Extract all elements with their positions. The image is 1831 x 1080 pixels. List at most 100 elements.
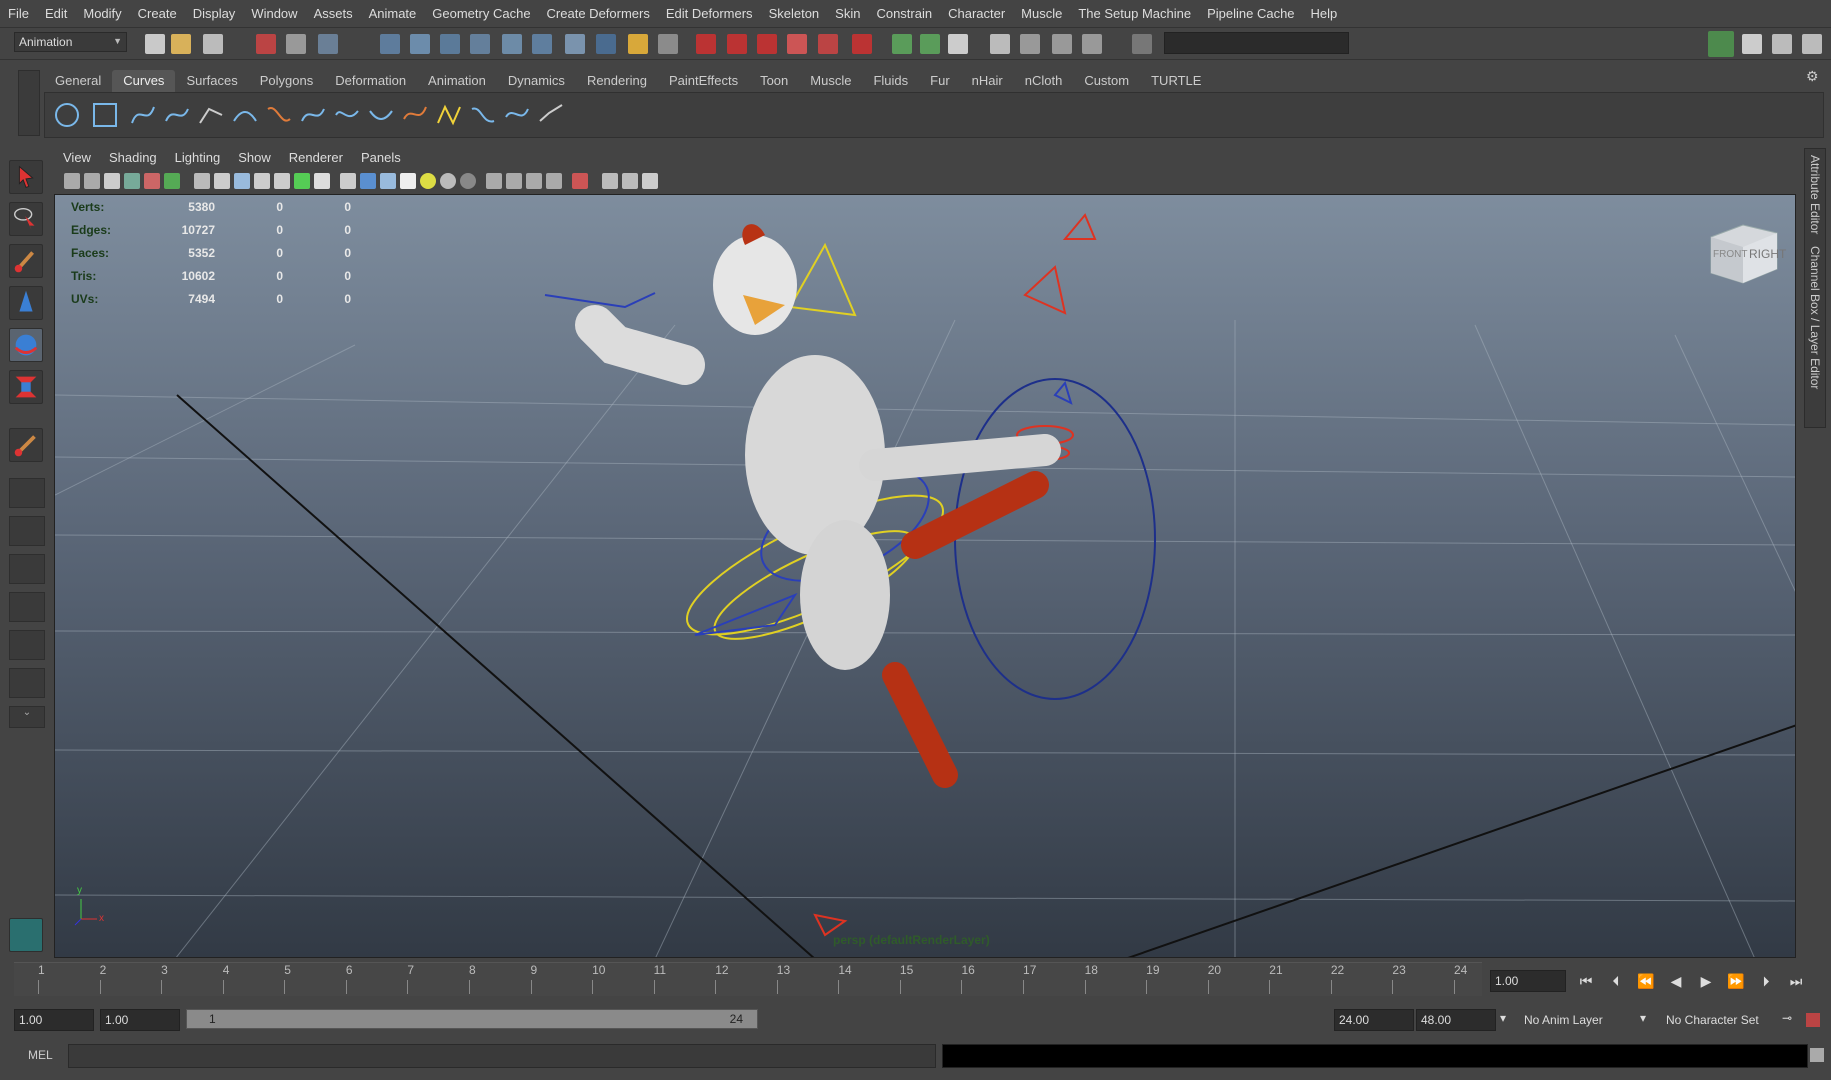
persp-graph-outliner-layout-icon[interactable]	[9, 668, 45, 698]
animation-end-field[interactable]: 48.00	[1416, 1009, 1496, 1031]
make-live-icon[interactable]	[532, 34, 552, 54]
tab-deformation[interactable]: Deformation	[324, 70, 417, 92]
image-plane-icon[interactable]	[144, 173, 160, 189]
extend-curve-icon[interactable]	[367, 101, 395, 129]
select-hierarchy-icon[interactable]	[256, 34, 276, 54]
go-to-start-icon[interactable]: ⏮	[1576, 972, 1596, 990]
input-ops-icon[interactable]	[892, 34, 912, 54]
wireframe-on-shaded-icon[interactable]	[380, 173, 396, 189]
menu-constrain[interactable]: Constrain	[868, 6, 940, 21]
menu-window[interactable]: Window	[243, 6, 305, 21]
menu-character[interactable]: Character	[940, 6, 1013, 21]
menu-create[interactable]: Create	[130, 6, 185, 21]
script-editor-icon[interactable]	[990, 34, 1010, 54]
panel-menu-show[interactable]: Show	[229, 148, 280, 168]
graph-editor-icon[interactable]	[1020, 34, 1040, 54]
tab-nhair[interactable]: nHair	[961, 70, 1014, 92]
tab-surfaces[interactable]: Surfaces	[175, 70, 248, 92]
tab-ncloth[interactable]: nCloth	[1014, 70, 1074, 92]
toggle-sidebar-icon[interactable]	[1708, 31, 1734, 57]
render-settings-icon[interactable]	[757, 34, 777, 54]
render-current-icon[interactable]	[696, 34, 716, 54]
default-lighting-icon[interactable]	[420, 173, 436, 189]
all-lights-icon[interactable]	[440, 173, 456, 189]
panel-menu-panels[interactable]: Panels	[352, 148, 410, 168]
gate-mask-icon[interactable]	[254, 173, 270, 189]
menu-edit-deformers[interactable]: Edit Deformers	[658, 6, 761, 21]
ep-curve-icon[interactable]	[163, 101, 191, 129]
select-component-icon[interactable]	[318, 34, 338, 54]
key-icon[interactable]: ⊸	[1782, 1011, 1792, 1025]
tab-turtle[interactable]: TURTLE	[1140, 70, 1212, 92]
new-scene-icon[interactable]	[145, 34, 165, 54]
step-forward-frame-icon[interactable]: ⏵	[1756, 972, 1776, 990]
ipr-render-icon[interactable]	[727, 34, 747, 54]
scene-settings-icon[interactable]	[642, 173, 658, 189]
current-frame-field[interactable]: 1.00	[1490, 970, 1566, 992]
anim-layer-dropdown[interactable]: No Anim Layer	[1524, 1013, 1603, 1027]
menu-animate[interactable]: Animate	[361, 6, 425, 21]
hypershade-icon[interactable]	[787, 34, 807, 54]
menu-modify[interactable]: Modify	[75, 6, 129, 21]
lock-camera-icon[interactable]	[84, 173, 100, 189]
scale-tool-icon[interactable]	[9, 370, 43, 404]
script-editor-icon[interactable]	[1810, 1048, 1824, 1062]
animation-start-field[interactable]: 1.00	[14, 1009, 94, 1031]
attribute-editor-icon[interactable]	[1742, 34, 1762, 54]
menu-skin[interactable]: Skin	[827, 6, 868, 21]
step-forward-key-icon[interactable]: ⏩	[1726, 972, 1746, 990]
fit-bspline-icon[interactable]	[503, 101, 531, 129]
paint-select-tool-icon[interactable]	[9, 244, 43, 278]
view-cube-front[interactable]: FRONT	[1713, 249, 1747, 260]
quick-select-icon[interactable]	[1132, 34, 1152, 54]
grid-icon[interactable]	[194, 173, 210, 189]
smooth-shade-icon[interactable]	[360, 173, 376, 189]
snap-grid-icon[interactable]	[380, 34, 400, 54]
tool-settings-icon[interactable]	[1772, 34, 1792, 54]
snap-point-icon[interactable]	[440, 34, 460, 54]
resolution-gate-icon[interactable]	[234, 173, 250, 189]
xray-icon[interactable]	[486, 173, 502, 189]
tab-custom[interactable]: Custom	[1073, 70, 1140, 92]
menu-muscle[interactable]: Muscle	[1013, 6, 1070, 21]
tab-muscle[interactable]: Muscle	[799, 70, 862, 92]
shelf-handle[interactable]	[18, 70, 40, 136]
layout-more-icon[interactable]: ⌄	[9, 706, 45, 728]
go-to-end-icon[interactable]: ⏭	[1786, 972, 1806, 990]
safe-action-icon[interactable]	[294, 173, 310, 189]
wireframe-icon[interactable]	[340, 173, 356, 189]
mel-label[interactable]: MEL	[28, 1048, 53, 1062]
tab-curves[interactable]: Curves	[112, 70, 176, 92]
mode-dropdown[interactable]: Animation ▼	[14, 32, 127, 52]
character-set-dropdown[interactable]: No Character Set	[1666, 1013, 1759, 1027]
persp-hypergraph-layout-icon[interactable]	[9, 630, 45, 660]
dope-sheet-icon[interactable]	[1052, 34, 1072, 54]
quick-select-field[interactable]	[1164, 32, 1349, 54]
use-default-material-icon[interactable]	[622, 173, 638, 189]
textured-icon[interactable]	[400, 173, 416, 189]
reverse-curve-icon[interactable]	[435, 101, 463, 129]
chevron-down-icon[interactable]: ▾	[1500, 1011, 1506, 1025]
four-view-layout-icon[interactable]	[9, 516, 45, 546]
insert-knot-icon[interactable]	[333, 101, 361, 129]
isolate-select-icon[interactable]	[572, 173, 588, 189]
step-back-key-icon[interactable]: ⏪	[1636, 972, 1656, 990]
xray-components-icon[interactable]	[526, 173, 542, 189]
backface-culling-icon[interactable]	[546, 173, 562, 189]
history-icon[interactable]	[565, 34, 585, 54]
open-scene-icon[interactable]	[171, 34, 191, 54]
circle-curve-icon[interactable]	[53, 101, 81, 129]
film-gate-icon[interactable]	[214, 173, 230, 189]
view-cube[interactable]: FRONT RIGHT	[1703, 217, 1786, 287]
menu-skeleton[interactable]: Skeleton	[761, 6, 828, 21]
snap-curve-icon[interactable]	[410, 34, 430, 54]
attach-curves-icon[interactable]	[265, 101, 293, 129]
menu-the-setup-machine[interactable]: The Setup Machine	[1070, 6, 1199, 21]
menu-help[interactable]: Help	[1303, 6, 1346, 21]
paint-brush-tool-icon[interactable]	[9, 428, 43, 462]
tab-channel-box[interactable]: Channel Box / Layer Editor	[1805, 240, 1825, 395]
persp-graph-layout-icon[interactable]	[9, 592, 45, 622]
rebuild-curve-icon[interactable]	[469, 101, 497, 129]
tab-dynamics[interactable]: Dynamics	[497, 70, 576, 92]
tab-polygons[interactable]: Polygons	[249, 70, 324, 92]
